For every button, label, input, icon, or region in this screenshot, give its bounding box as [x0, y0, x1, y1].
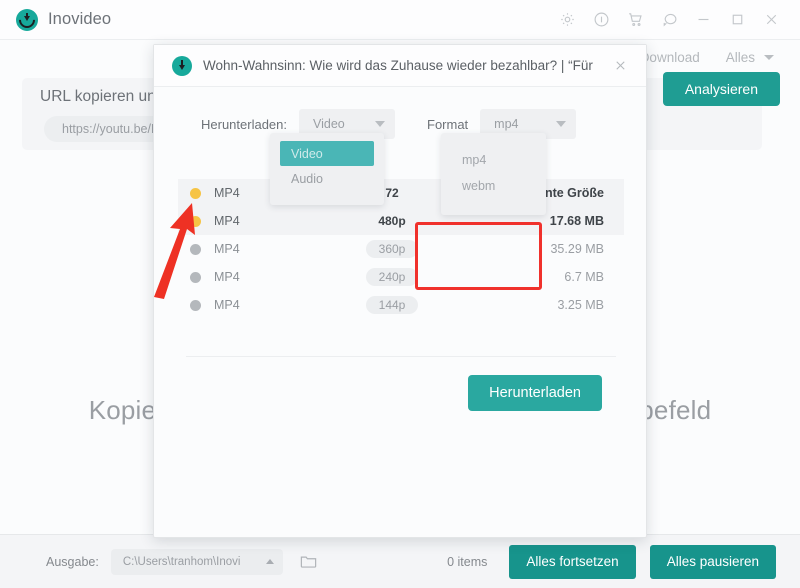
- table-row[interactable]: MP4 240p 6.7 MB: [178, 263, 624, 291]
- bottom-bar: Ausgabe: C:\Users\tranhom\Inovi 0 items …: [0, 534, 800, 588]
- output-path-selector[interactable]: C:\Users\tranhom\Inovi: [110, 548, 283, 575]
- table-row[interactable]: MP4 144p 3.25 MB: [178, 291, 624, 319]
- row-size: 17.68 MB: [549, 214, 604, 228]
- row-size: 3.25 MB: [557, 298, 604, 312]
- info-icon[interactable]: [584, 3, 618, 37]
- dialog-header: Wohn-Wahnsinn: Wie wird das Zuhause wied…: [154, 45, 646, 87]
- resume-all-button[interactable]: Alles fortsetzen: [509, 544, 636, 579]
- app-logo-icon: [16, 8, 38, 31]
- row-quality: 240p: [334, 268, 450, 286]
- download-tabs: Download Alles: [640, 50, 774, 65]
- format-options: mp4 webm: [441, 133, 546, 215]
- filter-all-label: Alles: [725, 50, 755, 65]
- row-format: MP4: [214, 298, 240, 312]
- app-title: Inovideo: [48, 10, 112, 28]
- row-size: 6.7 MB: [564, 270, 604, 284]
- title-bar: Inovideo: [0, 0, 800, 40]
- row-format: MP4: [214, 242, 240, 256]
- stream-table: MP4 72 ekannte Größe MP4 480p 17.68 MB M…: [178, 179, 624, 319]
- close-icon[interactable]: [754, 3, 788, 37]
- dialog-controls: Herunterladen: Video Format mp4: [154, 87, 646, 139]
- gear-icon[interactable]: [550, 3, 584, 37]
- download-kind-options: Video Audio: [270, 133, 384, 205]
- minimize-icon[interactable]: [686, 3, 720, 37]
- tab-download[interactable]: Download: [640, 50, 700, 65]
- chevron-down-icon: [375, 121, 385, 127]
- table-row[interactable]: MP4 360p 35.29 MB: [178, 235, 624, 263]
- format-value: mp4: [494, 117, 519, 131]
- status-dot-icon: [190, 215, 201, 227]
- table-row[interactable]: MP4 480p 17.68 MB: [178, 207, 624, 235]
- row-format: MP4: [214, 214, 240, 228]
- window-controls: [550, 3, 800, 37]
- download-kind-label: Herunterladen:: [201, 116, 287, 132]
- status-dot-icon: [190, 187, 201, 199]
- format-label: Format: [427, 116, 469, 132]
- download-button[interactable]: Herunterladen: [468, 375, 602, 411]
- row-quality: 360p: [334, 240, 450, 258]
- folder-icon[interactable]: [299, 552, 318, 571]
- status-dot-icon: [190, 299, 201, 311]
- status-dot-icon: [190, 271, 201, 283]
- items-count: 0 items: [447, 554, 488, 569]
- option-audio[interactable]: Audio: [280, 166, 374, 191]
- chevron-down-icon: [556, 121, 567, 127]
- dialog-title: Wohn-Wahnsinn: Wie wird das Zuhause wied…: [203, 58, 593, 73]
- pause-all-button[interactable]: Alles pausieren: [649, 544, 776, 579]
- row-quality: 480p: [378, 214, 406, 228]
- maximize-icon[interactable]: [720, 3, 754, 37]
- output-label: Ausgabe:: [46, 554, 99, 569]
- download-dialog: Wohn-Wahnsinn: Wie wird das Zuhause wied…: [153, 44, 647, 538]
- analyze-button[interactable]: Analysieren: [662, 72, 780, 106]
- filter-all[interactable]: Alles: [726, 50, 774, 65]
- dialog-body: Herunterladen: Video Format mp4 MP4 72 e…: [154, 87, 646, 538]
- dialog-logo-icon: [172, 55, 192, 76]
- dialog-close-icon[interactable]: [609, 54, 632, 77]
- row-quality: 144p: [334, 296, 450, 314]
- row-size: 35.29 MB: [550, 242, 604, 256]
- option-mp4[interactable]: mp4: [451, 147, 536, 173]
- download-kind-value: Video: [313, 117, 345, 131]
- status-dot-icon: [190, 243, 201, 255]
- option-webm[interactable]: webm: [451, 173, 536, 199]
- chevron-down-icon: [764, 55, 774, 60]
- row-format: MP4: [214, 270, 240, 284]
- chevron-up-icon: [265, 559, 274, 564]
- output-path-value: C:\Users\tranhom\Inovi: [122, 555, 241, 568]
- dialog-divider: [186, 356, 616, 357]
- app-brand: Inovideo: [0, 8, 112, 31]
- option-video[interactable]: Video: [280, 141, 374, 166]
- cart-icon[interactable]: [618, 3, 652, 37]
- url-card-title: URL kopieren un: [40, 88, 156, 105]
- chat-icon[interactable]: [652, 3, 686, 37]
- app-window: Inovideo Download Alles URL kopieren un …: [0, 0, 800, 588]
- table-row[interactable]: MP4 72 ekannte Größe: [178, 179, 624, 207]
